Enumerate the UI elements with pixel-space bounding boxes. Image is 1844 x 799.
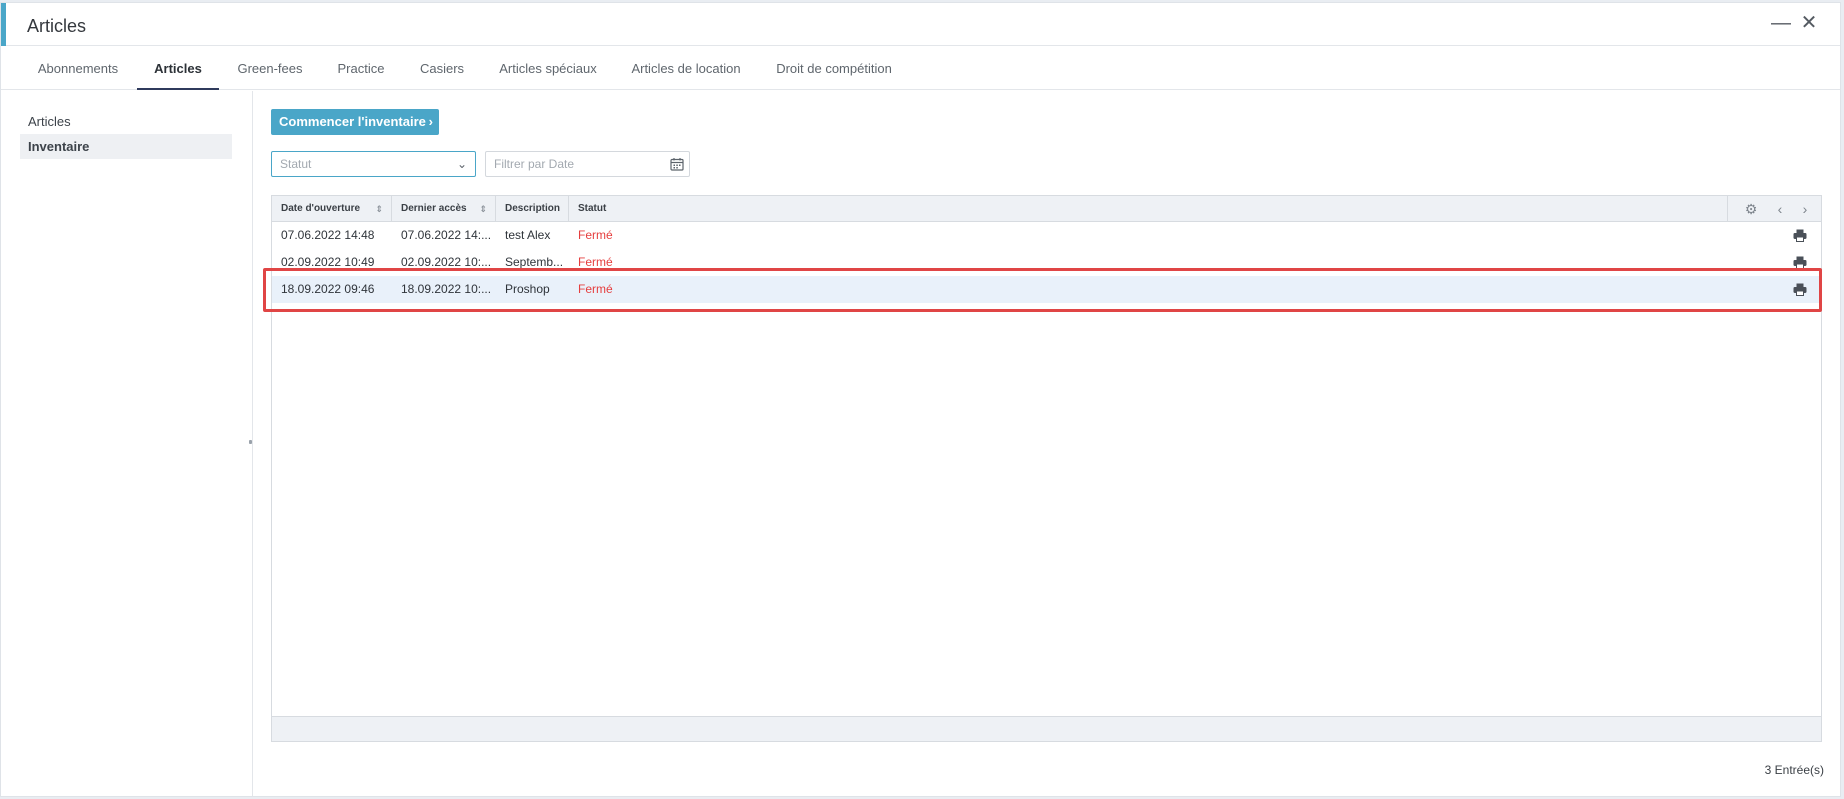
- sort-icon: ⇕: [479, 204, 487, 214]
- chevron-left-icon[interactable]: ‹: [1770, 199, 1790, 219]
- column-header-label: Statut: [578, 203, 607, 214]
- tab-abonnements[interactable]: Abonnements: [21, 47, 135, 90]
- column-header-statut[interactable]: Statut: [569, 196, 1729, 222]
- column-header-dernier-acces[interactable]: Dernier accès ⇕: [392, 196, 496, 222]
- title-bar: Articles — ✕: [1, 3, 1840, 46]
- entry-count: 3 Entrée(s): [1764, 763, 1824, 777]
- cell-statut: Fermé: [578, 228, 613, 242]
- chevron-down-icon: ⌄: [456, 157, 467, 171]
- start-inventory-label: Commencer l'inventaire: [279, 114, 426, 129]
- cell-date-ouverture: 18.09.2022 09:46: [281, 282, 375, 296]
- inventory-table: Date d'ouverture ⇕ Dernier accès ⇕ Descr…: [271, 195, 1822, 742]
- tab-bar: Abonnements Articles Green-fees Practice…: [1, 47, 1840, 90]
- table-header: Date d'ouverture ⇕ Dernier accès ⇕ Descr…: [272, 196, 1821, 222]
- cell-description: Proshop: [505, 282, 550, 296]
- start-inventory-button[interactable]: Commencer l'inventaire ›: [271, 109, 439, 135]
- table-header-tools: ⚙ ‹ ›: [1727, 196, 1821, 222]
- printer-icon[interactable]: [1793, 256, 1807, 269]
- cell-date-ouverture: 02.09.2022 10:49: [281, 255, 375, 269]
- cell-dernier-acces: 02.09.2022 10:...: [401, 255, 492, 269]
- table-row-selected[interactable]: 18.09.2022 09:46 18.09.2022 10:... Prosh…: [272, 276, 1821, 303]
- tab-articles[interactable]: Articles: [137, 47, 219, 90]
- printer-icon[interactable]: [1793, 229, 1807, 242]
- calendar-icon[interactable]: [670, 157, 684, 171]
- cell-description: test Alex: [505, 228, 551, 242]
- articles-window: Articles — ✕ Abonnements Articles Green-…: [0, 2, 1841, 797]
- cell-date-ouverture: 07.06.2022 14:48: [281, 228, 375, 242]
- date-filter-input[interactable]: Filtrer par Date: [485, 151, 690, 177]
- tab-droit-de-competition[interactable]: Droit de compétition: [767, 47, 901, 90]
- column-header-label: Dernier accès: [401, 203, 467, 214]
- chevron-right-icon: ›: [428, 114, 433, 129]
- printer-icon[interactable]: [1793, 283, 1807, 296]
- tab-articles-de-location[interactable]: Articles de location: [623, 47, 749, 90]
- close-icon[interactable]: ✕: [1799, 13, 1819, 33]
- cell-statut: Fermé: [578, 255, 613, 269]
- cell-dernier-acces: 07.06.2022 14:...: [401, 228, 492, 242]
- status-select[interactable]: Statut ⌄: [271, 151, 476, 177]
- minimize-icon[interactable]: —: [1771, 13, 1791, 33]
- table-footer: [272, 716, 1821, 741]
- table-row[interactable]: 02.09.2022 10:49 02.09.2022 10:... Septe…: [272, 249, 1821, 276]
- column-header-label: Description: [505, 203, 561, 214]
- tab-articles-speciaux[interactable]: Articles spéciaux: [491, 47, 605, 90]
- title-accent-bar: [1, 3, 6, 46]
- column-header-description[interactable]: Description: [496, 196, 569, 222]
- table-row[interactable]: 07.06.2022 14:48 07.06.2022 14:... test …: [272, 222, 1821, 249]
- sidebar-item-articles[interactable]: Articles: [20, 109, 232, 134]
- window-title: Articles: [27, 16, 87, 36]
- tab-practice[interactable]: Practice: [327, 47, 395, 90]
- sidebar-item-inventaire[interactable]: Inventaire: [20, 134, 232, 159]
- date-filter-placeholder: Filtrer par Date: [494, 157, 575, 171]
- sidebar-collapse-handle[interactable]: [249, 440, 252, 444]
- cell-dernier-acces: 18.09.2022 10:...: [401, 282, 492, 296]
- gear-icon[interactable]: ⚙: [1741, 199, 1761, 219]
- chevron-right-icon[interactable]: ›: [1795, 199, 1815, 219]
- tab-green-fees[interactable]: Green-fees: [227, 47, 313, 90]
- tab-casiers[interactable]: Casiers: [411, 47, 473, 90]
- column-header-label: Date d'ouverture: [281, 203, 361, 214]
- sidebar: Articles Inventaire: [1, 91, 253, 796]
- column-header-date-ouverture[interactable]: Date d'ouverture ⇕: [272, 196, 392, 222]
- cell-statut: Fermé: [578, 282, 613, 296]
- cell-description: Septemb...: [505, 255, 564, 269]
- status-select-placeholder: Statut: [280, 157, 312, 171]
- sort-icon: ⇕: [375, 204, 383, 214]
